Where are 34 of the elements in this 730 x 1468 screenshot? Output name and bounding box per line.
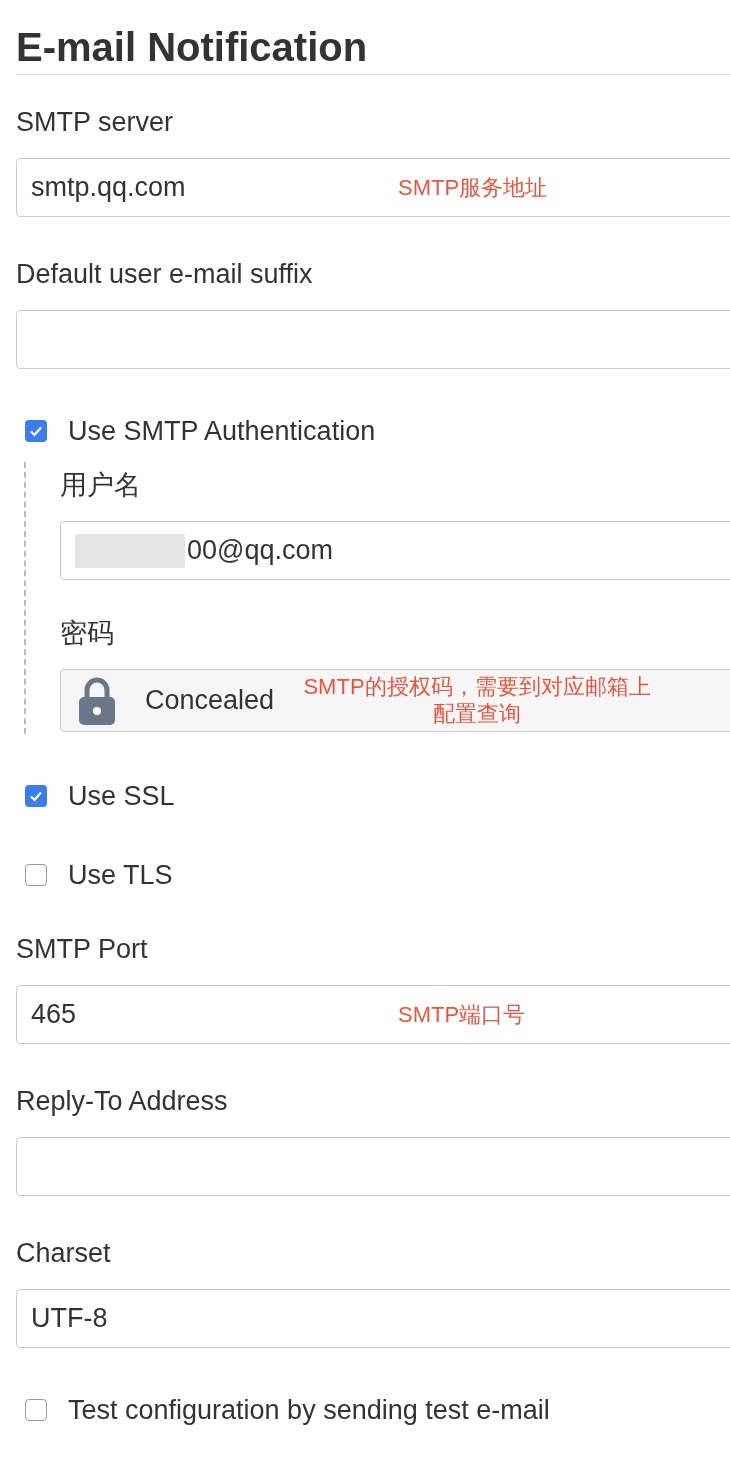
checkbox-label: Use SSL bbox=[68, 779, 175, 813]
field-value: UTF-8 bbox=[31, 1302, 108, 1336]
check-icon bbox=[29, 789, 43, 803]
field-value: 00@qq.com bbox=[187, 534, 333, 568]
text-field[interactable]: 465 SMTP端口号 bbox=[16, 985, 730, 1044]
lock-icon bbox=[77, 675, 117, 726]
text-field[interactable] bbox=[16, 310, 730, 369]
field-label: SMTP Port bbox=[16, 933, 149, 966]
annotation: SMTP端口号 bbox=[398, 1001, 526, 1029]
text-field[interactable]: smtp.qq.com SMTP服务地址 bbox=[16, 158, 730, 217]
text-field[interactable] bbox=[16, 1137, 730, 1196]
field-label: 用户名 bbox=[60, 469, 142, 502]
field-label: Default user e-mail suffix bbox=[16, 258, 314, 291]
text-field[interactable]: UTF-8 bbox=[16, 1289, 730, 1348]
checkbox[interactable] bbox=[25, 1399, 47, 1421]
field-value: Concealed bbox=[145, 684, 275, 718]
field-label: 密码 bbox=[60, 617, 115, 650]
checkbox[interactable] bbox=[25, 864, 47, 886]
text-field[interactable]: 00@qq.com bbox=[60, 521, 730, 580]
checkbox-label: Use SMTP Authentication bbox=[68, 414, 376, 448]
checkbox[interactable] bbox=[25, 420, 47, 442]
password-field[interactable]: Concealed SMTP的授权码，需要到对应邮箱上配置查询 bbox=[60, 669, 730, 732]
check-icon bbox=[29, 424, 43, 438]
section-title: E-mail Notification bbox=[16, 24, 369, 70]
field-label: Reply-To Address bbox=[16, 1085, 229, 1118]
field-label: Charset bbox=[16, 1237, 112, 1270]
field-value: smtp.qq.com bbox=[31, 171, 186, 205]
field-label: SMTP server bbox=[16, 106, 175, 139]
field-value: 465 bbox=[31, 998, 77, 1032]
checkbox-label: Test configuration by sending test e-mail bbox=[68, 1393, 550, 1427]
annotation: SMTP的授权码，需要到对应邮箱上配置查询 bbox=[302, 673, 652, 727]
checkbox-label: Use TLS bbox=[68, 858, 173, 892]
checkbox[interactable] bbox=[25, 785, 47, 807]
annotation: SMTP服务地址 bbox=[398, 174, 548, 202]
